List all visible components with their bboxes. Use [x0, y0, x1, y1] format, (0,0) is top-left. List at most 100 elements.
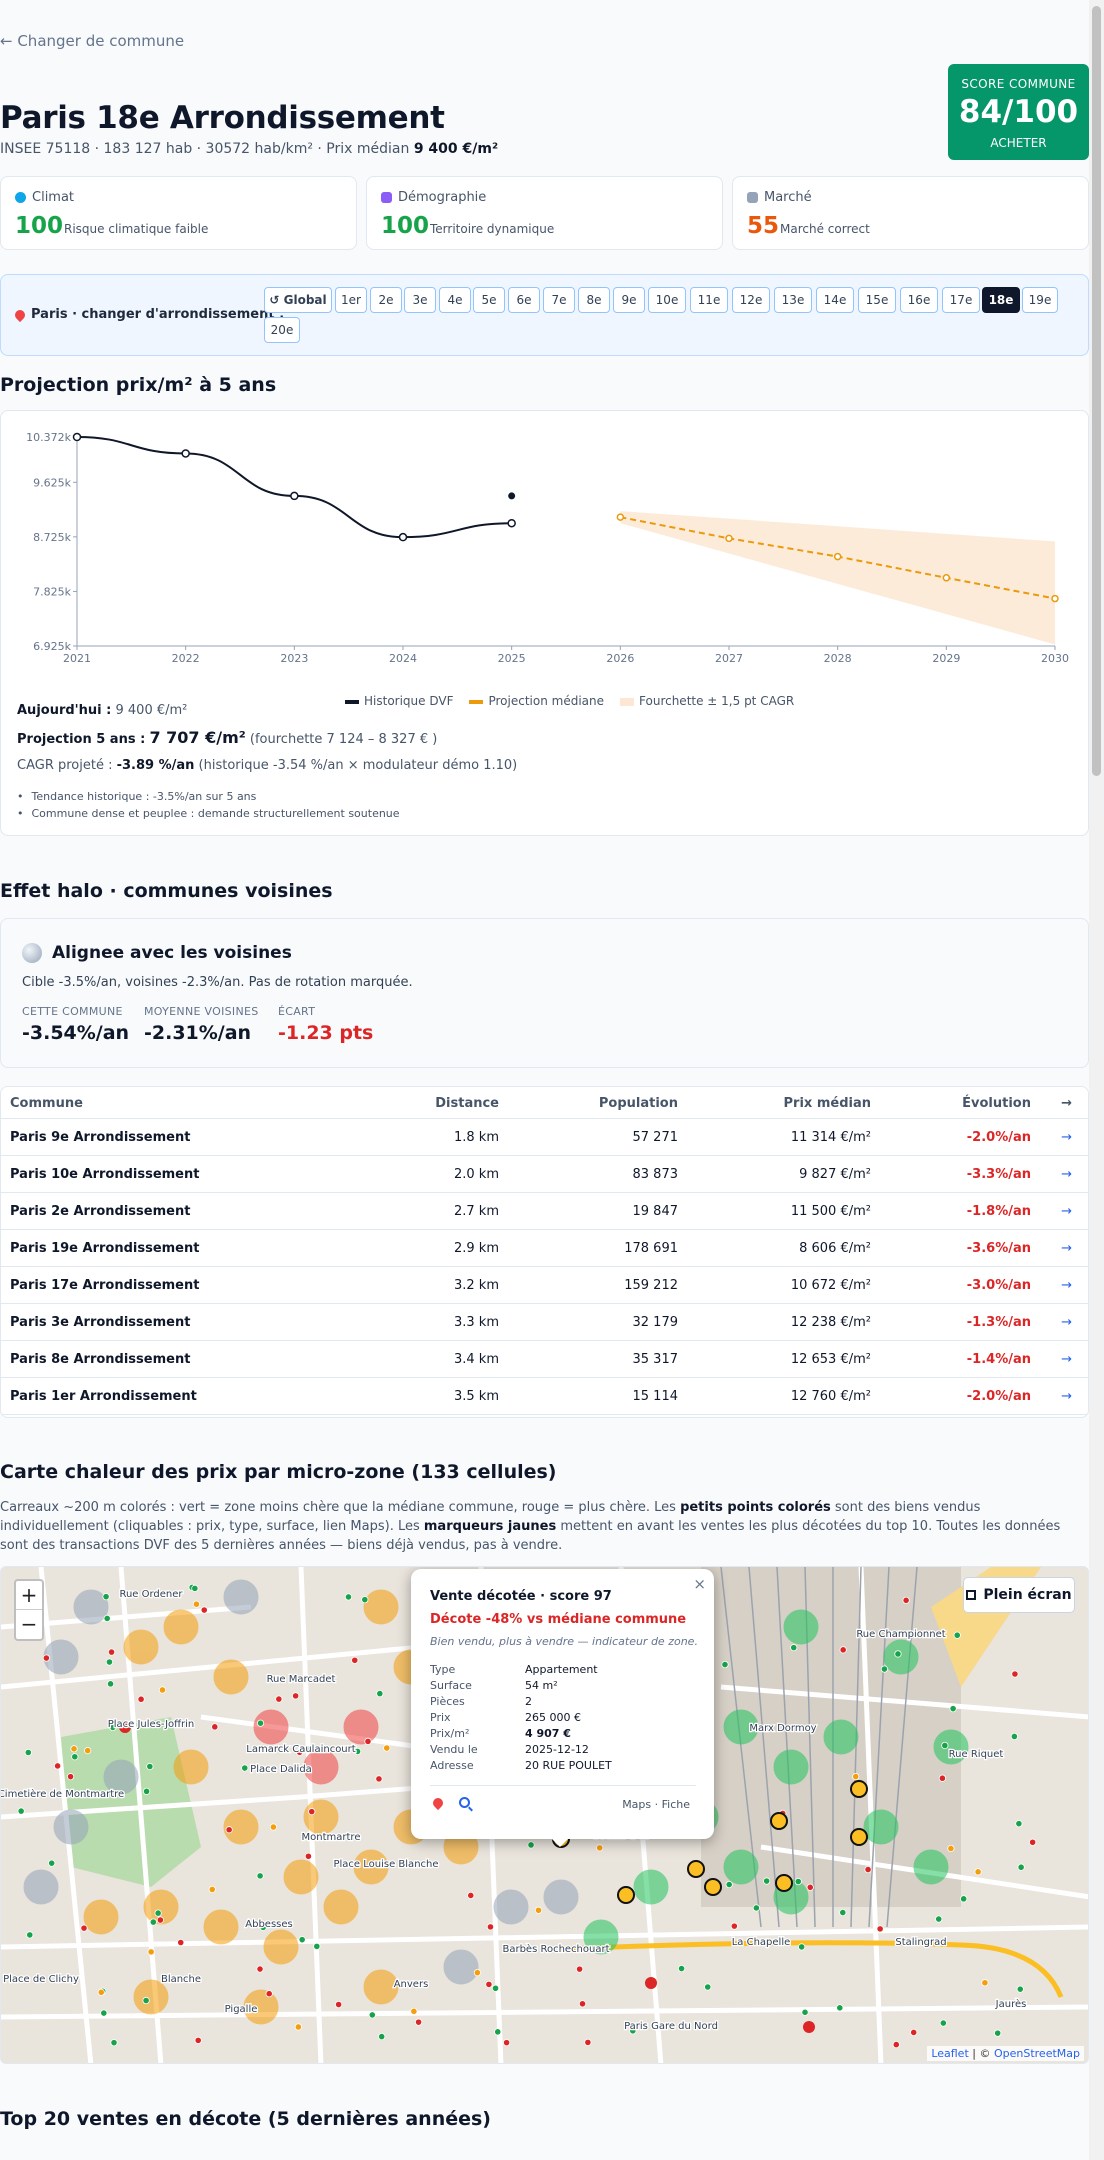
sale-dot[interactable] [1029, 1838, 1037, 1846]
sale-dot[interactable] [790, 1644, 798, 1652]
arr-button-7e[interactable]: 7e [543, 287, 575, 313]
decote-marker[interactable] [850, 1828, 868, 1846]
heat-cell[interactable] [303, 1799, 339, 1835]
sale-dot[interactable] [502, 2039, 511, 2047]
sale-dot[interactable] [53, 1762, 62, 1770]
arr-button-17e[interactable]: 17e [942, 287, 980, 313]
back-link[interactable]: ← Changer de commune [0, 32, 184, 50]
sale-dot[interactable] [947, 1844, 955, 1853]
sale-dot[interactable] [974, 1868, 982, 1876]
arr-button-8e[interactable]: 8e [578, 287, 610, 313]
arr-button-16e[interactable]: 16e [900, 287, 938, 313]
heat-cell[interactable] [133, 1979, 169, 2015]
osm-link[interactable]: OpenStreetMap [994, 2047, 1080, 2060]
decote-marker[interactable] [617, 1886, 635, 1904]
sale-dot[interactable] [491, 1984, 500, 1992]
sale-dot[interactable] [721, 1660, 729, 1669]
sale-dot[interactable] [880, 1665, 889, 1673]
arr-button-global[interactable]: ↺ Global [264, 287, 332, 313]
sale-dot[interactable] [410, 2007, 418, 2015]
sale-dot[interactable] [84, 1747, 92, 1755]
sale-dot[interactable] [486, 1923, 495, 1931]
heat-cell[interactable] [363, 1589, 399, 1625]
sale-dot[interactable] [48, 1859, 56, 1867]
sale-dot[interactable] [313, 1942, 321, 1950]
arr-button-18e[interactable]: 18e [982, 287, 1020, 313]
sale-dot[interactable] [368, 2011, 376, 2019]
close-icon[interactable]: × [693, 1575, 706, 1593]
sale-dot[interactable] [361, 1596, 369, 1604]
row-link-arrow[interactable]: → [1061, 1130, 1072, 1145]
sale-dot[interactable] [494, 2028, 502, 2036]
sale-dot[interactable] [335, 2000, 343, 2009]
heat-cell[interactable] [283, 1859, 319, 1895]
sale-dot[interactable] [147, 1948, 155, 1956]
sale-dot[interactable] [298, 1936, 306, 1944]
row-link-arrow[interactable]: → [1061, 1389, 1072, 1404]
sale-dot[interactable] [892, 2041, 900, 2049]
sale-dot[interactable] [935, 1915, 943, 1923]
sale-dot[interactable] [269, 1823, 278, 1831]
sale-dot[interactable] [26, 1931, 34, 1939]
sale-dot[interactable] [794, 1877, 802, 1886]
sale-dot[interactable] [596, 1844, 604, 1852]
sale-dot[interactable] [798, 1943, 806, 1951]
heat-cell[interactable] [213, 1659, 249, 1695]
sale-dot[interactable] [42, 1654, 50, 1662]
sale-dot[interactable] [364, 1737, 372, 1745]
sale-dot[interactable] [763, 1877, 771, 1885]
row-link-arrow[interactable]: → [1061, 1241, 1072, 1256]
sale-dot[interactable] [1017, 1863, 1025, 1871]
arr-button-6e[interactable]: 6e [508, 287, 540, 313]
sale-dot[interactable] [725, 1880, 733, 1889]
heat-cell[interactable] [323, 1889, 359, 1925]
sale-dot[interactable] [304, 1852, 313, 1860]
sale-dot[interactable] [376, 1690, 384, 1698]
sale-dot[interactable] [752, 1904, 760, 1912]
sale-dot[interactable] [149, 1918, 157, 1926]
table-row[interactable]: Paris 8e Arrondissement 3.4 km 35 317 12 65… [1, 1341, 1088, 1378]
decote-marker[interactable] [775, 1874, 793, 1892]
sale-dot[interactable] [156, 1916, 164, 1924]
heat-cell[interactable] [203, 1909, 239, 1945]
row-link-arrow[interactable]: → [1061, 1167, 1072, 1182]
sale-dot[interactable] [142, 1996, 150, 2005]
pin-icon[interactable] [430, 1795, 446, 1811]
arr-button-2e[interactable]: 2e [370, 287, 402, 313]
sale-dot[interactable] [225, 1826, 233, 1834]
heat-cell[interactable] [263, 1929, 299, 1965]
sale-dot[interactable] [194, 2036, 202, 2044]
sale-dot[interactable] [106, 1680, 115, 1688]
sale-dot[interactable] [146, 1762, 154, 1771]
arr-button-11e[interactable]: 11e [690, 287, 728, 313]
sale-dot[interactable] [894, 1650, 902, 1658]
sale-dot[interactable] [265, 1990, 273, 1998]
sale-dot[interactable] [575, 1965, 584, 1973]
row-link-arrow[interactable]: → [1061, 1204, 1072, 1219]
sale-dot[interactable] [852, 1772, 860, 1781]
heat-cell[interactable] [823, 1719, 859, 1755]
sale-dot[interactable] [294, 2023, 302, 2031]
sale-dot[interactable] [71, 1753, 79, 1761]
sale-dot[interactable] [256, 1965, 264, 1973]
sale-dot[interactable] [137, 1695, 145, 1703]
sale-dot[interactable] [1015, 1820, 1023, 1828]
sale-dot[interactable] [578, 2000, 587, 2008]
sale-dot[interactable] [158, 1686, 167, 1694]
heat-cell[interactable] [783, 1609, 819, 1645]
heat-cell[interactable] [173, 1749, 209, 1785]
sale-dot[interactable] [383, 1744, 391, 1752]
sale-dot[interactable] [142, 1787, 151, 1795]
sale-dot[interactable] [806, 1883, 814, 1891]
sale-dot[interactable] [308, 1808, 316, 1816]
decote-marker[interactable] [770, 1812, 788, 1830]
heat-cell[interactable] [863, 1809, 899, 1845]
arr-button-19e[interactable]: 19e [1022, 287, 1058, 313]
table-row[interactable]: Paris 9e Arrondissement 1.8 km 57 271 11 31… [1, 1119, 1088, 1156]
sale-dot[interactable] [534, 1906, 543, 1914]
sale-dot[interactable] [485, 1980, 493, 1988]
table-row[interactable]: Paris 17e Arrondissement 3.2 km 159 212 10 … [1, 1267, 1088, 1304]
sale-dot[interactable] [953, 1631, 961, 1639]
sale-dot[interactable] [414, 2018, 423, 2026]
heat-cell[interactable] [53, 1809, 89, 1845]
